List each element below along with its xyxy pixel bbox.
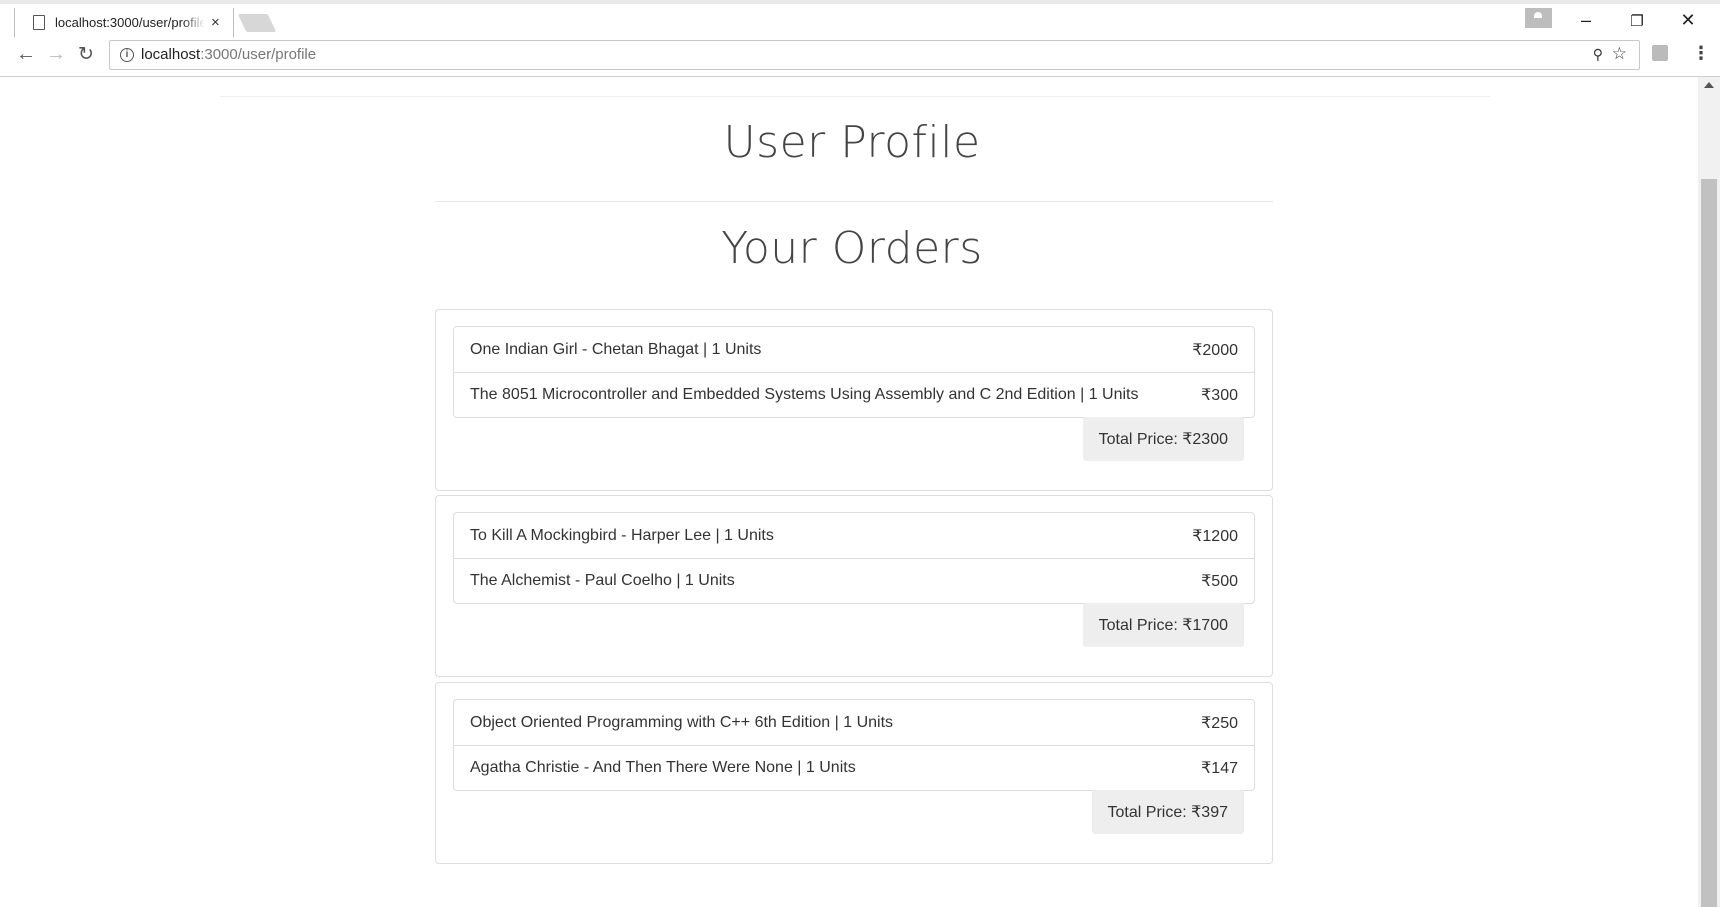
list-item: Agatha Christie - And Then There Were No…	[454, 745, 1254, 790]
total-price-label: Total Price: ₹2300	[1082, 417, 1244, 461]
orders-heading: Your Orders	[721, 223, 983, 274]
page-viewport: User Profile Your Orders One Indian Girl…	[6, 77, 1698, 907]
tab-close-icon[interactable]: ×	[211, 14, 220, 31]
address-bar[interactable]: i localhost:3000/user/profile ⚲ ☆	[109, 40, 1640, 70]
key-icon[interactable]: ⚲	[1593, 46, 1603, 63]
item-name: Object Oriented Programming with C++ 6th…	[470, 713, 894, 731]
divider	[435, 201, 1273, 202]
list-item: To Kill A Mockingbird - Harper Lee | 1 U…	[454, 513, 1254, 558]
bookmark-star-icon[interactable]: ☆	[1612, 44, 1627, 64]
page-icon	[33, 15, 45, 30]
item-price: ₹1200	[1192, 527, 1238, 545]
order-panel: To Kill A Mockingbird - Harper Lee | 1 U…	[435, 495, 1273, 677]
scroll-up-arrow-icon[interactable]	[1704, 82, 1714, 88]
back-icon[interactable]: ←	[16, 43, 36, 66]
scrollbar-thumb[interactable]	[1701, 179, 1717, 907]
browser-toolbar: ← → ↻ i localhost:3000/user/profile ⚲ ☆ …	[0, 37, 1720, 77]
item-name: Agatha Christie - And Then There Were No…	[470, 759, 856, 776]
item-name: One Indian Girl - Chetan Bhagat | 1 Unit…	[470, 340, 762, 358]
item-price: ₹147	[1201, 760, 1238, 777]
tab-title: localhost:3000/user/profile	[55, 15, 205, 30]
list-item: One Indian Girl - Chetan Bhagat | 1 Unit…	[454, 327, 1254, 372]
list-item: The Alchemist - Paul Coelho | 1 Units ₹5…	[454, 558, 1254, 603]
new-tab-button[interactable]	[237, 14, 277, 32]
menu-icon[interactable]: ⋮	[1692, 43, 1710, 64]
item-price: ₹250	[1201, 714, 1238, 732]
info-icon[interactable]: i	[120, 48, 134, 62]
total-price-label: Total Price: ₹397	[1091, 790, 1244, 834]
order-items-list: To Kill A Mockingbird - Harper Lee | 1 U…	[453, 512, 1255, 604]
page-title: User Profile	[723, 117, 981, 168]
list-item: The 8051 Microcontroller and Embedded Sy…	[454, 372, 1254, 417]
extension-icon[interactable]	[1652, 45, 1668, 61]
minimize-icon[interactable]: –	[1566, 10, 1606, 31]
item-price: ₹2000	[1192, 341, 1238, 359]
url-text: localhost:3000/user/profile	[141, 46, 317, 63]
item-price: ₹300	[1201, 387, 1238, 404]
close-window-icon[interactable]: ✕	[1668, 10, 1708, 31]
list-item: Object Oriented Programming with C++ 6th…	[454, 700, 1254, 745]
vertical-scrollbar[interactable]	[1698, 77, 1720, 907]
divider	[220, 96, 1490, 97]
order-panel: One Indian Girl - Chetan Bhagat | 1 Unit…	[435, 309, 1273, 491]
tab-strip: localhost:3000/user/profile × – ❐ ✕	[0, 0, 1720, 41]
forward-icon[interactable]: →	[46, 43, 66, 66]
item-name: The Alchemist - Paul Coelho | 1 Units	[470, 572, 735, 589]
reload-icon[interactable]: ↻	[78, 43, 94, 66]
profile-icon[interactable]	[1525, 8, 1552, 28]
restore-icon[interactable]: ❐	[1617, 12, 1657, 30]
item-price: ₹500	[1201, 573, 1238, 590]
total-price-label: Total Price: ₹1700	[1082, 603, 1244, 647]
order-items-list: One Indian Girl - Chetan Bhagat | 1 Unit…	[453, 326, 1255, 418]
order-items-list: Object Oriented Programming with C++ 6th…	[453, 699, 1255, 791]
order-panel: Object Oriented Programming with C++ 6th…	[435, 682, 1273, 864]
item-name: To Kill A Mockingbird - Harper Lee | 1 U…	[470, 526, 774, 544]
item-name: The 8051 Microcontroller and Embedded Sy…	[470, 386, 1139, 403]
